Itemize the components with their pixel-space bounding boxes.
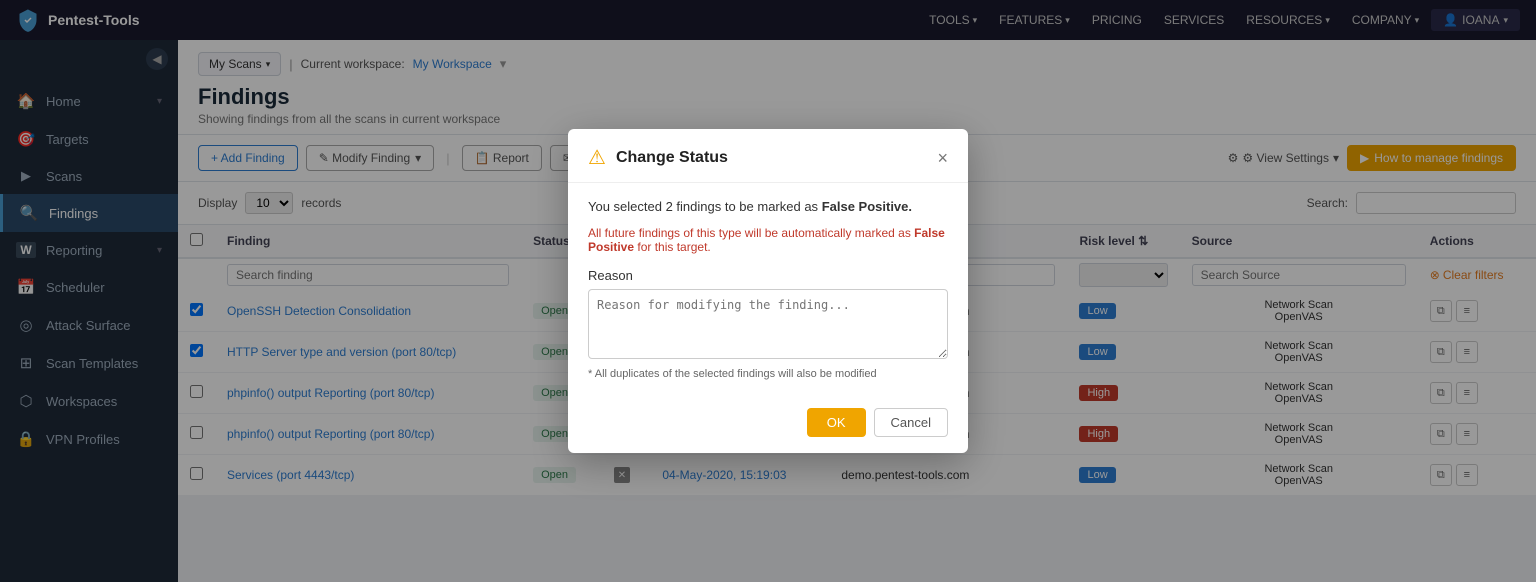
reason-label: Reason — [588, 268, 948, 283]
modal-overlay: ⚠ Change Status × You selected 2 finding… — [0, 0, 1536, 582]
ok-button[interactable]: OK — [807, 408, 866, 437]
modal-warning-text: All future findings of this type will be… — [588, 226, 948, 254]
modal-info-text: You selected 2 findings to be marked as … — [588, 199, 948, 214]
modal-note: * All duplicates of the selected finding… — [588, 368, 948, 380]
reason-textarea[interactable] — [588, 289, 948, 359]
change-status-modal: ⚠ Change Status × You selected 2 finding… — [568, 129, 968, 453]
cancel-button[interactable]: Cancel — [874, 408, 948, 437]
modal-close-button[interactable]: × — [937, 149, 948, 167]
modal-title: Change Status — [616, 149, 728, 167]
warning-icon: ⚠ — [588, 145, 606, 170]
